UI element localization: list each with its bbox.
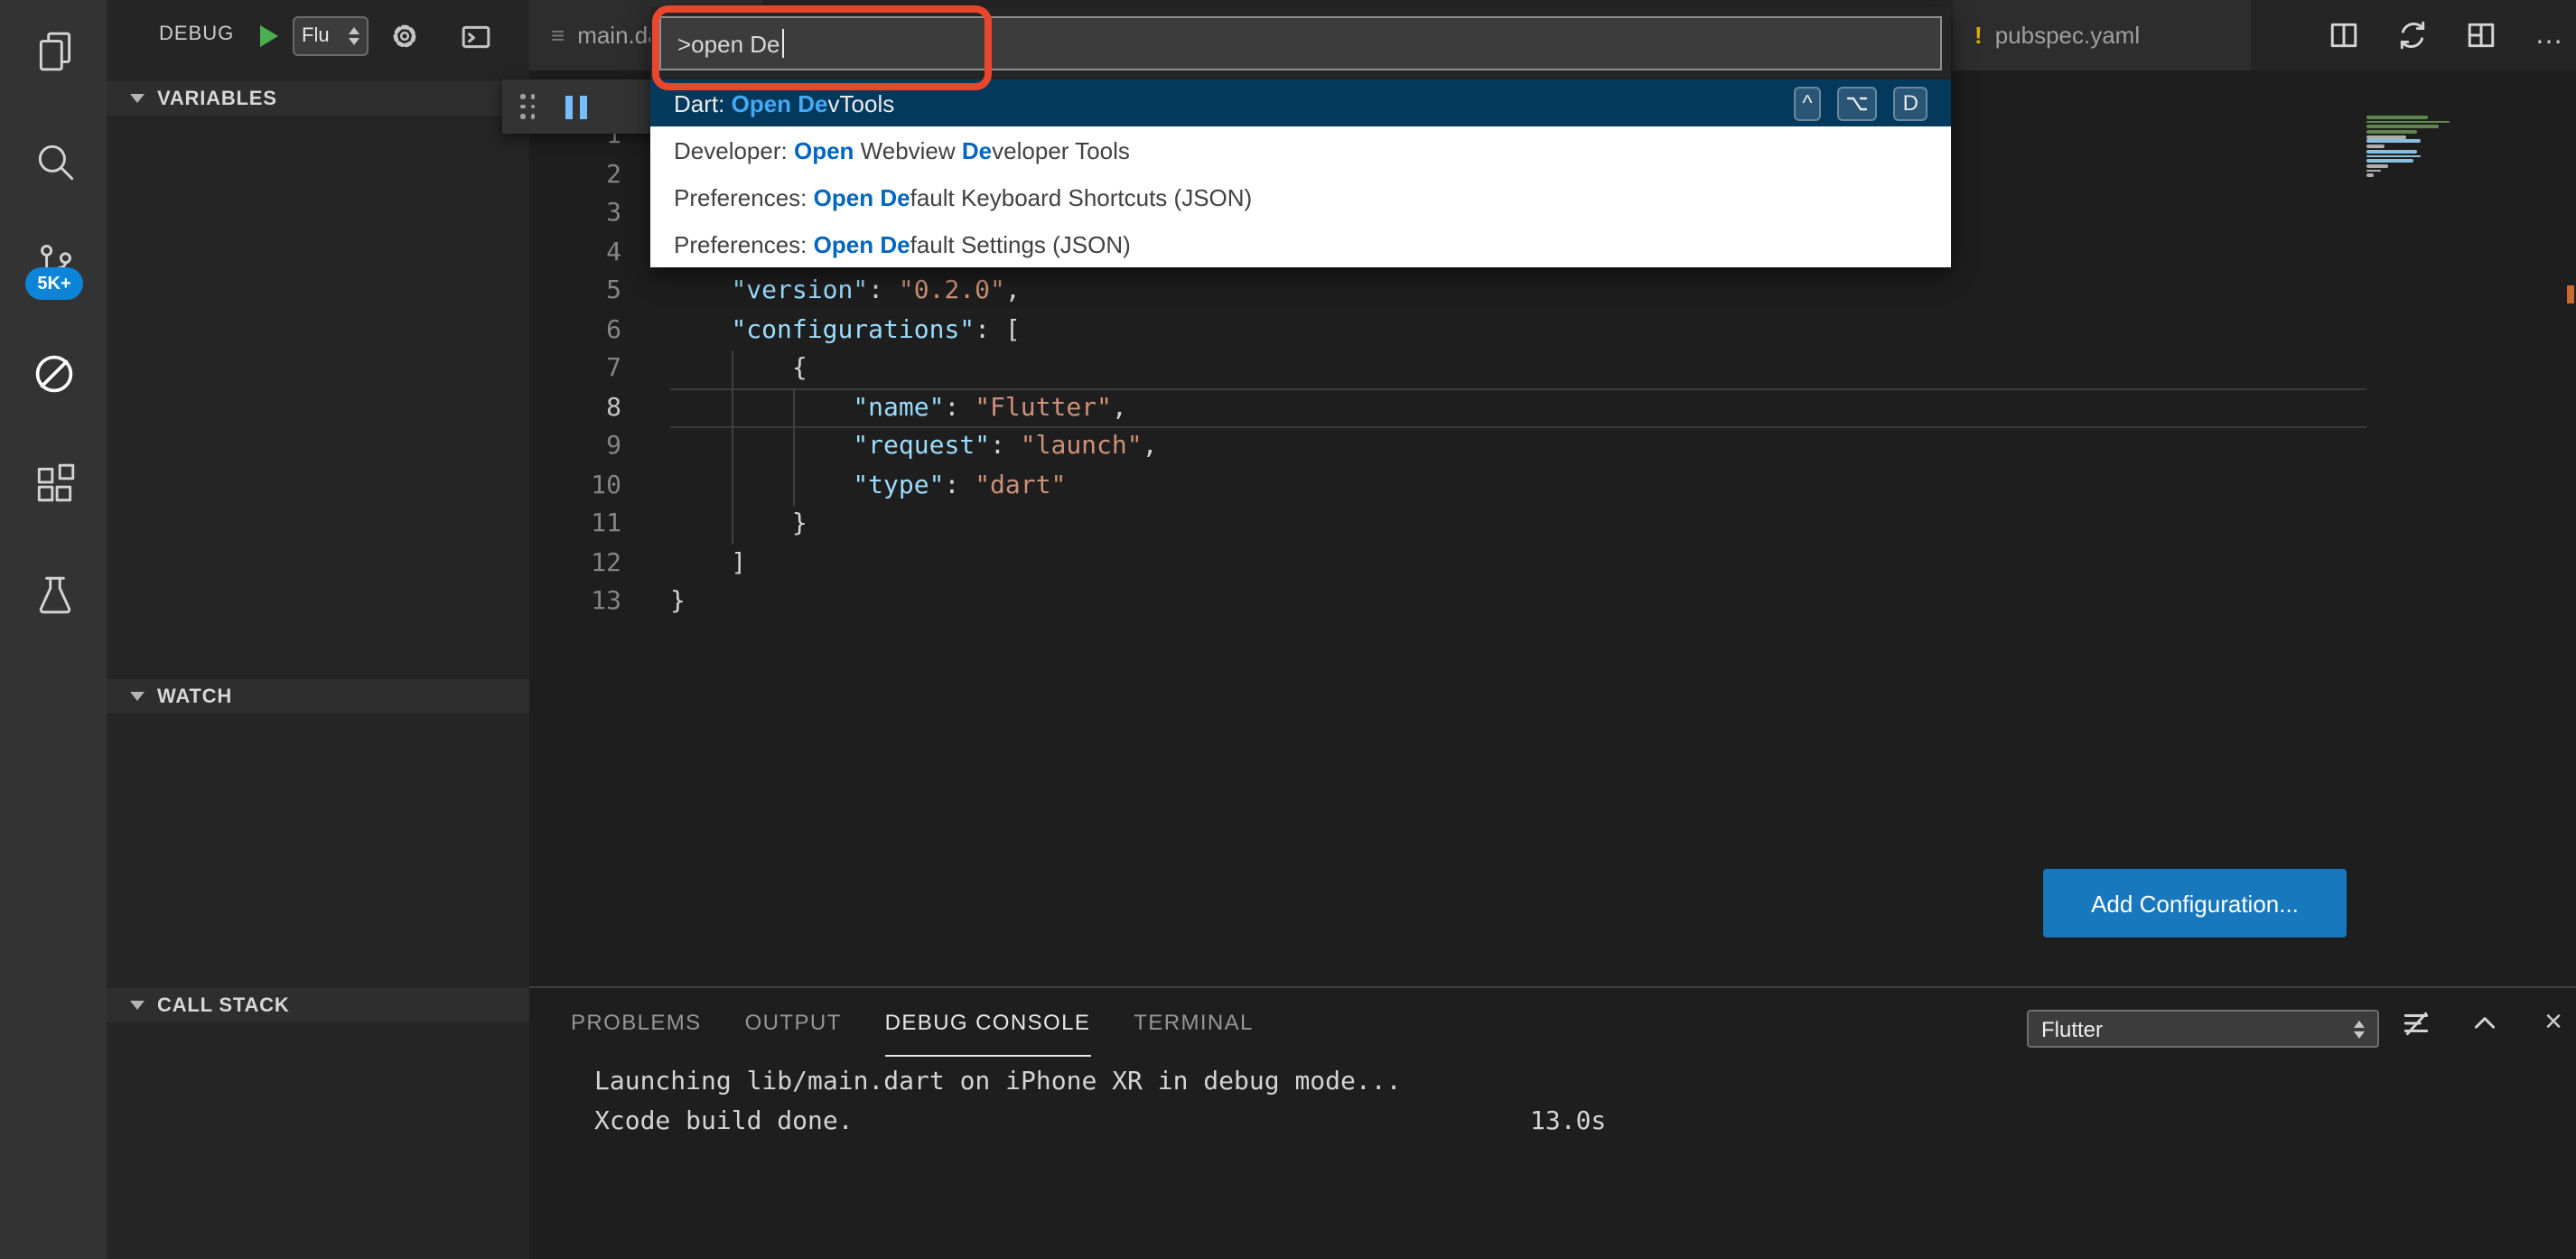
panel-tab-bar: PROBLEMS OUTPUT DEBUG CONSOLE TERMINAL — [571, 988, 1254, 1057]
palette-item-label: Dart: Open DevTools — [674, 89, 894, 117]
palette-item[interactable]: Preferences: Open Default Settings (JSON… — [650, 220, 1951, 267]
overview-ruler-marker — [2567, 285, 2574, 303]
d-key-chip: D — [1894, 86, 1927, 120]
chevron-up-icon[interactable] — [2469, 1007, 2500, 1038]
activity-bar: 5K+ — [0, 0, 107, 1259]
start-debug-button[interactable] — [260, 25, 278, 47]
line-number: 4 — [529, 234, 621, 273]
section-label: WATCH — [157, 685, 232, 707]
keybinding-chips: ^ D — [1793, 86, 1927, 120]
section-header-variables[interactable]: VARIABLES — [107, 81, 529, 116]
code-line: 7 { — [529, 350, 2450, 389]
pause-icon[interactable] — [565, 95, 586, 118]
explorer-icon[interactable] — [31, 27, 78, 74]
line-number: 12 — [529, 545, 621, 583]
code-line: 5 "version": "0.2.0", — [529, 273, 2450, 312]
ctrl-key-chip: ^ — [1793, 86, 1821, 120]
test-beaker-icon[interactable] — [31, 571, 78, 618]
panel-tab-problems[interactable]: PROBLEMS — [571, 988, 702, 1057]
text-cursor — [782, 29, 784, 58]
select-arrows-icon — [349, 27, 359, 45]
line-number: 5 — [529, 273, 621, 312]
close-icon[interactable]: × — [2538, 1007, 2569, 1038]
select-arrows-icon — [2354, 1020, 2365, 1038]
debug-console-output: Launching lib/main.dart on iPhone XR in … — [594, 1064, 2540, 1142]
extensions-icon[interactable] — [31, 459, 78, 506]
code-line: 13} — [529, 583, 2450, 622]
palette-item[interactable]: Preferences: Open Default Keyboard Short… — [650, 173, 1951, 220]
palette-item-label: Preferences: Open Default Settings (JSON… — [674, 230, 1131, 257]
code-line: 9 "request": "launch", — [529, 428, 2450, 467]
line-number: 8 — [529, 389, 621, 428]
debug-sidebar: DEBUG Flu VARIABLES WATCH CALL STACK — [107, 0, 529, 1259]
code-line: 12 ] — [529, 545, 2450, 583]
debug-config-select[interactable]: Flu — [293, 16, 369, 56]
section-label: VARIABLES — [157, 88, 277, 109]
code-line: 6 "configurations": [ — [529, 312, 2450, 350]
code-line: 8 "name": "Flutter", — [529, 389, 2450, 428]
sync-icon[interactable] — [2395, 19, 2428, 51]
alt-key-chip — [1838, 86, 1878, 120]
drag-grip-icon[interactable] — [520, 94, 536, 119]
section-label: CALL STACK — [157, 994, 290, 1016]
palette-item[interactable]: Dart: Open DevTools ^ D — [650, 79, 1951, 126]
console-line: Xcode build done.13.0s — [594, 1103, 2540, 1142]
panel-actions: × — [2401, 988, 2569, 1057]
build-duration: 13.0s — [1530, 1103, 1606, 1142]
chevron-down-icon — [130, 1001, 145, 1010]
command-results-list: Dart: Open DevTools ^ D Developer: Open … — [650, 79, 1951, 267]
section-header-watch[interactable]: WATCH — [107, 679, 529, 713]
panel-tab-terminal[interactable]: TERMINAL — [1134, 988, 1254, 1057]
line-number: 3 — [529, 195, 621, 234]
line-number: 9 — [529, 428, 621, 467]
sidebar-title: DEBUG — [159, 23, 234, 45]
bottom-panel: PROBLEMS OUTPUT DEBUG CONSOLE TERMINAL Flut… — [529, 986, 2576, 1259]
editor-layout-icon[interactable] — [2464, 19, 2497, 51]
console-line: Launching lib/main.dart on iPhone XR in … — [594, 1064, 2540, 1103]
chevron-down-icon — [130, 94, 145, 103]
section-header-call-stack[interactable]: CALL STACK — [107, 988, 529, 1022]
tab-pubspec-yaml[interactable]: ! pubspec.yaml — [1953, 0, 2253, 70]
vscode-window: 5K+ DEBUG Flu VARIABLES WATCH — [0, 0, 2576, 1259]
editor-actions: … — [2327, 0, 2565, 70]
code-line: 11 } — [529, 506, 2450, 545]
file-icon: ≡ — [551, 22, 565, 49]
line-number: 2 — [529, 156, 621, 195]
line-number: 10 — [529, 467, 621, 506]
panel-tab-debug-console[interactable]: DEBUG CONSOLE — [885, 988, 1091, 1057]
alt-key-icon — [1847, 95, 1869, 111]
panel-tab-output[interactable]: OUTPUT — [745, 988, 842, 1057]
palette-item-label: Preferences: Open Default Keyboard Short… — [674, 183, 1252, 210]
command-input[interactable]: >open De — [659, 16, 1942, 70]
scm-changes-badge: 5K+ — [25, 267, 83, 300]
minimap[interactable] — [2366, 116, 2473, 260]
command-palette: >open De Dart: Open DevTools ^ D Develop… — [650, 7, 1951, 267]
more-actions-icon[interactable]: … — [2533, 19, 2565, 51]
search-icon[interactable] — [31, 137, 78, 184]
code-line: 10 "type": "dart" — [529, 467, 2450, 506]
add-configuration-button[interactable]: Add Configuration... — [2043, 869, 2347, 937]
line-number: 11 — [529, 506, 621, 545]
line-number: 6 — [529, 312, 621, 350]
palette-item-label: Developer: Open Webview Developer Tools — [674, 136, 1130, 163]
chevron-down-icon — [130, 692, 145, 701]
tab-label: pubspec.yaml — [1995, 22, 2140, 49]
console-filter-value: Flutter — [2041, 1016, 2103, 1041]
gear-icon[interactable] — [388, 20, 421, 52]
command-query: >open De — [677, 30, 780, 57]
warning-icon: ! — [1974, 22, 1983, 49]
debug-icon[interactable] — [31, 350, 78, 397]
clear-console-icon[interactable] — [2401, 1007, 2431, 1038]
debug-console-icon[interactable] — [459, 20, 491, 52]
line-number: 7 — [529, 350, 621, 389]
console-filter-select[interactable]: Flutter — [2027, 1010, 2379, 1048]
split-editor-icon[interactable] — [2327, 19, 2359, 51]
palette-item[interactable]: Developer: Open Webview Developer Tools — [650, 126, 1951, 173]
line-number: 13 — [529, 583, 621, 622]
debug-config-value: Flu — [302, 25, 330, 47]
